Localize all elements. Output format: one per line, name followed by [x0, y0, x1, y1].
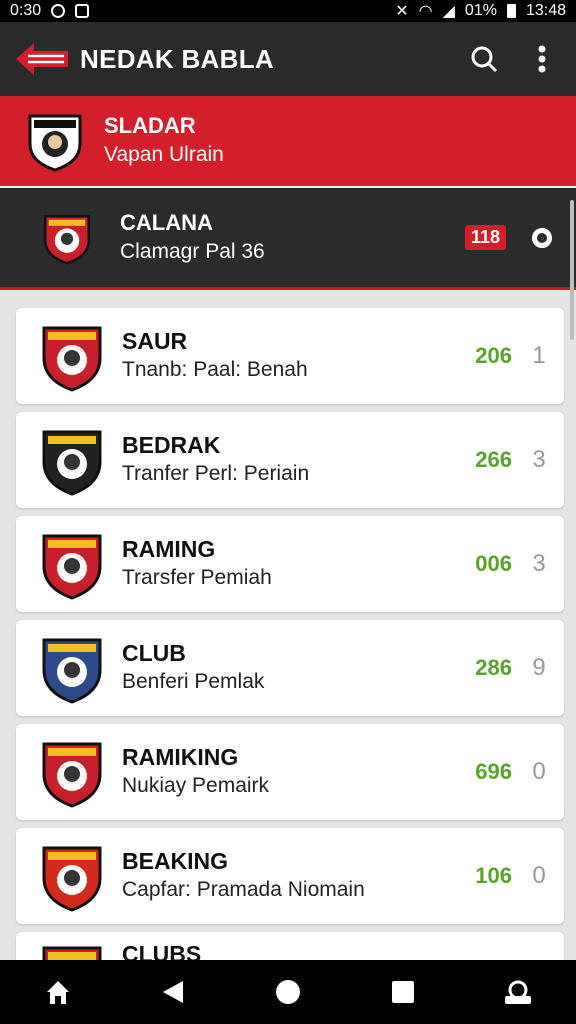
- team-card[interactable]: CLUB Benferi Pemlak 286 9: [16, 620, 564, 716]
- team-name: RAMING: [122, 536, 216, 562]
- search-button[interactable]: [464, 39, 504, 79]
- team-card[interactable]: RAMIKING Nukiay Pemairk 696 0: [16, 724, 564, 820]
- team-card[interactable]: BEAKING Capfar: Pramada Niomain 106 0: [16, 828, 564, 924]
- selected-team-subtitle: Clamagr Pal 36: [120, 239, 265, 263]
- team-crest-icon: [36, 528, 108, 600]
- team-detail: Tnanb: Paal: Benah: [122, 358, 308, 381]
- team-rank: 9: [532, 654, 546, 681]
- navigation-bar: [0, 960, 576, 1024]
- team-detail: Nukiay Pemairk: [122, 774, 270, 797]
- team-card[interactable]: SAUR Tnanb: Paal: Benah 206 1: [16, 308, 564, 404]
- status-time-left: 0:30: [10, 2, 42, 19]
- featured-team-row[interactable]: SLADAR Vapan Ulrain: [0, 96, 576, 186]
- back-icon: [162, 981, 183, 1003]
- app-title: NEDAK BABLA: [80, 43, 274, 74]
- search-icon: [471, 46, 498, 73]
- team-rank: 1: [532, 342, 546, 369]
- team-name: CLUB: [122, 640, 186, 666]
- battery-percent: 01%: [464, 2, 497, 19]
- mute-icon: ✕: [395, 3, 409, 20]
- team-crest-icon: [36, 840, 108, 912]
- team-name: BEDRAK: [122, 432, 221, 458]
- status-bar: 0:30 ✕ ◠ ◢ 01% 13:48: [0, 0, 576, 22]
- team-list: SAUR Tnanb: Paal: Benah 206 1 BEDRAK Tra…: [16, 308, 564, 980]
- app-bar: NEDAK BABLA: [0, 22, 576, 96]
- team-name: RAMIKING: [122, 744, 239, 770]
- more-vert-icon: [538, 45, 546, 73]
- image-icon: [75, 4, 90, 18]
- selected-team-row[interactable]: CALANA Clamagr Pal 36 118: [0, 188, 576, 290]
- selected-team-name: CALANA: [120, 209, 213, 235]
- team-detail: Trarsfer Pemiah: [122, 566, 272, 589]
- team-score: 696: [475, 759, 512, 784]
- nav-recents-button[interactable]: [379, 968, 427, 1016]
- team-score: 106: [475, 863, 512, 888]
- overflow-menu-button[interactable]: [522, 39, 562, 79]
- team-detail: Capfar: Pramada Niomain: [122, 878, 365, 901]
- team-crest-icon: [36, 736, 108, 808]
- nav-home-button[interactable]: [34, 968, 82, 1016]
- team-rank: 3: [532, 446, 546, 473]
- battery-icon: [506, 4, 516, 18]
- nav-back-button[interactable]: [149, 968, 197, 1016]
- team-crest-icon: [36, 632, 108, 704]
- team-score: 266: [475, 447, 512, 472]
- team-name: SAUR: [122, 328, 188, 354]
- radio-selected-icon[interactable]: [532, 227, 552, 248]
- team-rank: 0: [532, 862, 546, 889]
- wifi-icon: ◠: [418, 3, 433, 20]
- team-crest-icon: [36, 424, 108, 496]
- team-detail: Tranfer Perl: Periain: [122, 462, 310, 485]
- team-card[interactable]: RAMING Trarsfer Pemiah 006 3: [16, 516, 564, 612]
- featured-team-subtitle: Vapan Ulrain: [104, 143, 224, 166]
- team-score: 006: [475, 551, 512, 576]
- team-crest-icon: [36, 320, 108, 392]
- app-logo-icon[interactable]: [14, 39, 70, 79]
- team-score: 206: [475, 343, 512, 368]
- team-rank: 0: [532, 758, 546, 785]
- team-crest-icon: [40, 207, 102, 269]
- team-detail: Benferi Pemlak: [122, 670, 265, 693]
- home-circle-icon: [275, 980, 300, 1004]
- count-badge: 118: [464, 225, 506, 250]
- team-crest-icon: [24, 110, 86, 172]
- team-score: 286: [475, 655, 512, 680]
- featured-team-name: SLADAR: [104, 113, 196, 138]
- nav-assistant-button[interactable]: [494, 968, 542, 1016]
- team-name: BEAKING: [122, 848, 229, 874]
- team-card[interactable]: BEDRAK Tranfer Perl: Periain 266 3: [16, 412, 564, 508]
- team-rank: 3: [532, 550, 546, 577]
- notification-icon: [51, 4, 66, 18]
- signal-icon: ◢: [442, 3, 455, 20]
- nav-home-circle-button[interactable]: [264, 968, 312, 1016]
- home-icon: [46, 981, 69, 1004]
- scrollbar[interactable]: [570, 200, 574, 340]
- status-time-right: 13:48: [525, 2, 566, 19]
- assistant-icon: [505, 980, 532, 1004]
- recents-icon: [392, 981, 415, 1003]
